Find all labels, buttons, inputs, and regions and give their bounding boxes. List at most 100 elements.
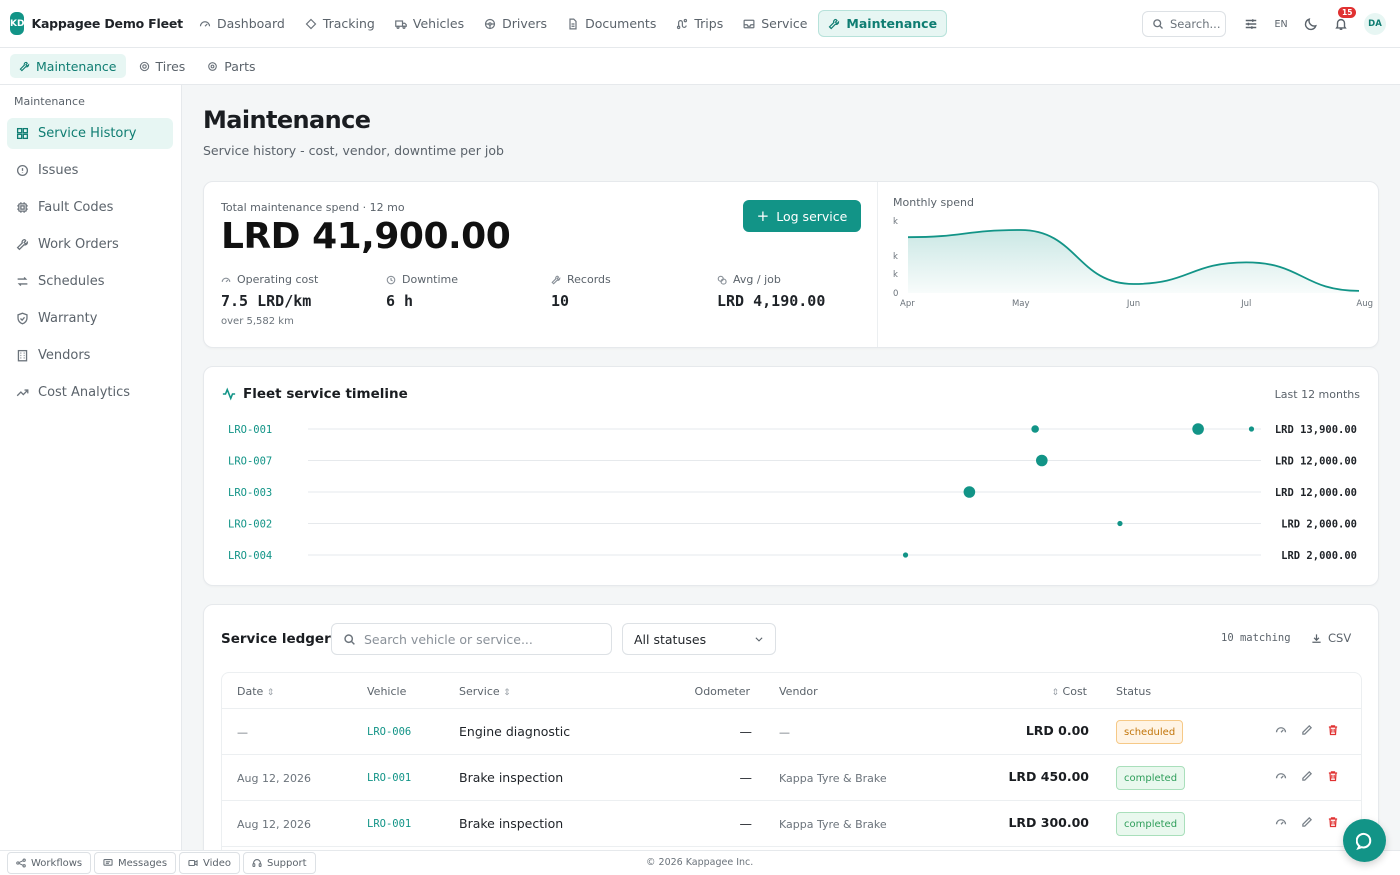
nav-item-tracking[interactable]: Tracking xyxy=(296,10,384,37)
sidebar: Maintenance Service History Issues Fault… xyxy=(0,85,182,850)
subnav-item-tires[interactable]: Tires xyxy=(130,54,195,78)
video-icon xyxy=(188,859,198,867)
chat-button[interactable] xyxy=(1343,819,1386,862)
csv-export-button[interactable]: CSV xyxy=(1311,631,1351,645)
cell-vehicle-link[interactable]: LRO-001 xyxy=(367,772,411,784)
subnav-label: Maintenance xyxy=(36,58,117,74)
timeline-event-dot[interactable] xyxy=(1036,454,1048,467)
timeline-event-dot[interactable] xyxy=(1192,423,1204,435)
language-switch[interactable]: EN xyxy=(1272,15,1290,33)
column-header-cost[interactable]: ⇕ Cost xyxy=(1051,685,1087,698)
sidebar-item-cost-analytics[interactable]: Cost Analytics xyxy=(7,377,173,408)
timeline-vehicle-label[interactable]: LRO-004 xyxy=(228,550,272,562)
edit-pencil-icon[interactable] xyxy=(1301,770,1313,782)
timeline-event-dot[interactable] xyxy=(963,486,976,498)
sidebar-item-work-orders[interactable]: Work Orders xyxy=(7,229,173,260)
sidebar-item-vendors[interactable]: Vendors xyxy=(7,340,173,371)
gauge-icon[interactable] xyxy=(1275,816,1287,828)
sidebar-item-schedules[interactable]: Schedules xyxy=(7,266,173,297)
nav-item-label: Dashboard xyxy=(217,16,285,31)
settings-sliders-button[interactable] xyxy=(1242,15,1260,33)
timeline-vehicle-label[interactable]: LRO-003 xyxy=(228,487,272,499)
status-filter-select[interactable]: All statuses xyxy=(622,623,776,655)
timeline-vehicle-label[interactable]: LRO-001 xyxy=(228,424,272,436)
nav-item-service[interactable]: Service xyxy=(734,10,816,37)
subnav-item-parts[interactable]: Parts xyxy=(198,54,264,78)
trend-icon xyxy=(16,389,29,397)
stat-operating-cost: Operating cost 7.5 LRD/km over 5,582 km xyxy=(221,273,318,327)
timeline-event-dot[interactable] xyxy=(1031,425,1039,433)
global-search-button[interactable]: Search... xyxy=(1142,11,1226,37)
nav-item-dashboard[interactable]: Dashboard xyxy=(190,10,294,37)
stat-downtime: Downtime 6 h xyxy=(386,273,458,310)
trash-icon[interactable] xyxy=(1327,816,1339,828)
trash-icon[interactable] xyxy=(1327,724,1339,736)
sidebar-item-warranty[interactable]: Warranty xyxy=(7,303,173,334)
edit-pencil-icon[interactable] xyxy=(1301,724,1313,736)
x-tick-label: Aug xyxy=(1356,299,1373,309)
sidebar-item-fault-codes[interactable]: Fault Codes xyxy=(7,192,173,223)
subnav-label: Tires xyxy=(155,58,186,74)
footer-support-button[interactable]: Support xyxy=(243,852,316,874)
ledger-search xyxy=(331,623,612,655)
ledger-search-input[interactable] xyxy=(364,631,604,647)
timeline-event-dot[interactable] xyxy=(902,552,909,558)
sidebar-item-issues[interactable]: Issues xyxy=(7,155,173,186)
y-tick-label: 0 xyxy=(893,289,898,299)
theme-toggle[interactable] xyxy=(1302,15,1320,33)
timeline-event-dot[interactable] xyxy=(1117,520,1123,527)
nav-item-drivers[interactable]: Drivers xyxy=(475,10,556,37)
stat-avg-job: Avg / job LRD 4,190.00 xyxy=(717,273,825,310)
timeline-vehicle-label[interactable]: LRO-002 xyxy=(228,519,272,531)
footer-workflows-button[interactable]: Workflows xyxy=(7,852,92,874)
sidebar-item-label: Cost Analytics xyxy=(38,385,131,400)
cell-date: — xyxy=(237,726,248,739)
chevron-down-icon xyxy=(755,637,763,642)
stat-label: Records xyxy=(567,273,611,286)
timeline-event-dot[interactable] xyxy=(1248,426,1255,432)
nav-item-vehicles[interactable]: Vehicles xyxy=(386,10,473,37)
log-service-button[interactable]: + Log service xyxy=(743,200,861,232)
timeline-vehicle-label[interactable]: LRO-007 xyxy=(228,456,272,468)
kpi-total-value: LRD 41,900.00 xyxy=(221,216,511,257)
brand[interactable]: KD Kappagee Demo Fleet xyxy=(10,12,183,35)
wrench-icon xyxy=(19,61,30,71)
table-row[interactable]: Aug 12, 2026 LRO-001 Brake inspection — Kapp… xyxy=(222,801,1361,847)
edit-pencil-icon[interactable] xyxy=(1301,816,1313,828)
nav-item-label: Service xyxy=(761,16,808,31)
stat-value: 7.5 LRD/km xyxy=(221,292,312,310)
topbar-actions: Search... EN 15 DA xyxy=(1142,0,1400,48)
download-icon xyxy=(1312,633,1321,643)
stat-value: 6 h xyxy=(386,292,414,310)
column-header-date[interactable]: Date ⇕ xyxy=(237,685,274,698)
user-avatar[interactable]: DA xyxy=(1364,13,1386,35)
table-row[interactable]: Aug 12, 2026 LRO-001 Brake inspection — Kapp… xyxy=(222,755,1361,801)
row-actions xyxy=(1275,770,1353,782)
notifications-button[interactable]: 15 xyxy=(1332,7,1357,33)
nav-item-documents[interactable]: Documents xyxy=(558,10,665,37)
footer-video-button[interactable]: Video xyxy=(179,852,241,874)
fleet-service-timeline-card: Fleet service timeline Last 12 months LR… xyxy=(203,366,1379,586)
gauge-icon[interactable] xyxy=(1275,724,1287,736)
sort-icon: ⇕ xyxy=(1051,688,1060,698)
ledger-table: Date ⇕ Vehicle Service ⇕ Odometer Vendor… xyxy=(221,672,1362,864)
footer-messages-button[interactable]: Messages xyxy=(94,852,177,874)
cell-vehicle-link[interactable]: LRO-006 xyxy=(367,726,411,738)
stat-label: Operating cost xyxy=(237,273,319,286)
subnav-item-maintenance[interactable]: Maintenance xyxy=(10,54,126,78)
footer-button-label: Workflows xyxy=(31,857,83,869)
tire-icon xyxy=(139,61,149,71)
workflow-icon xyxy=(16,858,26,868)
gauge-icon[interactable] xyxy=(1275,770,1287,782)
nav-item-trips[interactable]: Trips xyxy=(667,10,732,37)
chat-bubble-icon xyxy=(1355,832,1371,850)
trash-icon[interactable] xyxy=(1327,770,1339,782)
table-row[interactable]: — LRO-006 Engine diagnostic — — LRD 0.00 sched… xyxy=(222,709,1361,755)
cell-vehicle-link[interactable]: LRO-001 xyxy=(367,818,411,830)
sidebar-item-label: Service History xyxy=(38,126,137,141)
column-header-service[interactable]: Service ⇕ xyxy=(459,685,511,698)
timeline-svg: LRO-001 LRD 13,900.00 LRO-007 LRD 12,000.00… xyxy=(228,423,1357,562)
nav-item-maintenance[interactable]: Maintenance xyxy=(818,10,948,37)
plus-icon: + xyxy=(756,206,770,225)
sidebar-item-service-history[interactable]: Service History xyxy=(7,118,173,149)
